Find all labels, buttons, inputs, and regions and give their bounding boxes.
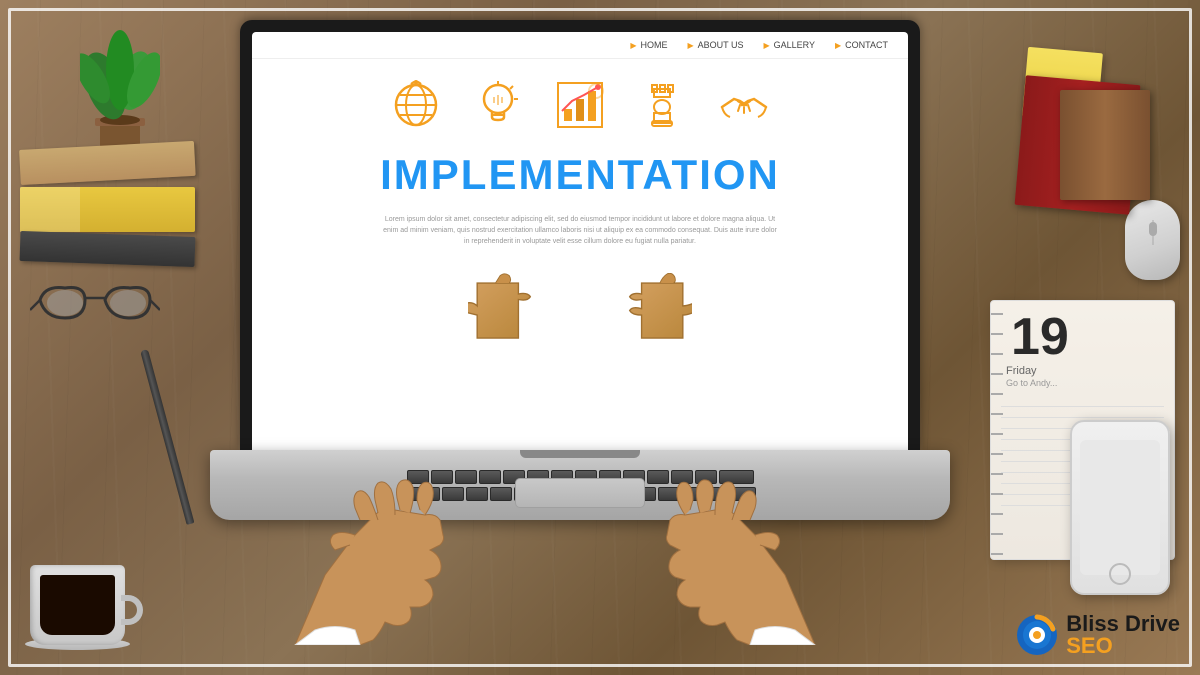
cup-handle: [121, 595, 143, 625]
cup-body: [30, 565, 125, 645]
nav-arrow-about: ▶: [687, 41, 693, 50]
branding-section: Bliss Drive SEO: [1016, 613, 1180, 657]
phone-home-button[interactable]: [1109, 563, 1131, 585]
brand-text: Bliss Drive SEO: [1066, 613, 1180, 657]
mouse[interactable]: [1125, 200, 1180, 280]
notebook-spiral: [991, 301, 1003, 559]
typing-hands: [265, 335, 845, 645]
nav-item-gallery[interactable]: ▶ GALLERY: [763, 40, 815, 50]
book-dark: [20, 231, 196, 267]
chart-icon: [554, 79, 606, 131]
phone-body: [1070, 420, 1170, 595]
glasses: [30, 280, 150, 330]
book-yellow: [20, 187, 195, 232]
nav-arrow-gallery: ▶: [763, 41, 769, 50]
notebook-day: Friday Go to Andy...: [991, 363, 1174, 391]
website-content: IMPLEMENTATION Lorem ipsum dolor sit ame…: [252, 59, 908, 368]
nav-item-home[interactable]: ▶ HOME: [630, 40, 667, 50]
book-brown-right: [1060, 90, 1150, 200]
main-scene: ▶ HOME ▶ ABOUT US ▶ GALLERY ▶ CONTACT: [0, 0, 1200, 675]
notebook-date: 19: [991, 301, 1174, 363]
notebook-line: [1001, 417, 1164, 418]
books-right: [1020, 80, 1140, 210]
plant-decoration: [80, 30, 160, 150]
notebook-line: [1001, 406, 1164, 407]
coffee-cup: [30, 545, 140, 645]
phone-screen: [1080, 440, 1160, 575]
chess-icon: [636, 79, 688, 131]
handshake-icon: [718, 79, 770, 131]
brand-drive: Drive: [1125, 611, 1180, 636]
website-icons-row: [390, 79, 770, 131]
nav-item-contact[interactable]: ▶ CONTACT: [835, 40, 888, 50]
mouse-body: [1125, 200, 1180, 280]
nav-arrow-contact: ▶: [835, 41, 841, 50]
website-nav: ▶ HOME ▶ ABOUT US ▶ GALLERY ▶ CONTACT: [252, 32, 908, 59]
implementation-title: IMPLEMENTATION: [380, 151, 780, 199]
mouse-divider-line: [1152, 220, 1153, 245]
globe-icon: [390, 79, 442, 131]
lightbulb-icon: [472, 79, 524, 131]
brand-seo: SEO: [1066, 633, 1112, 658]
books-stack-left: [20, 150, 200, 266]
brand-name: Bliss Drive SEO: [1066, 613, 1180, 657]
nav-arrow-home: ▶: [630, 41, 636, 50]
cup-coffee-liquid: [40, 575, 115, 635]
smartphone[interactable]: [1070, 420, 1170, 595]
nav-item-about[interactable]: ▶ ABOUT US: [687, 40, 743, 50]
brand-logo-icon: [1016, 614, 1058, 656]
website-body-text: Lorem ipsum dolor sit amet, consectetur …: [380, 214, 780, 248]
